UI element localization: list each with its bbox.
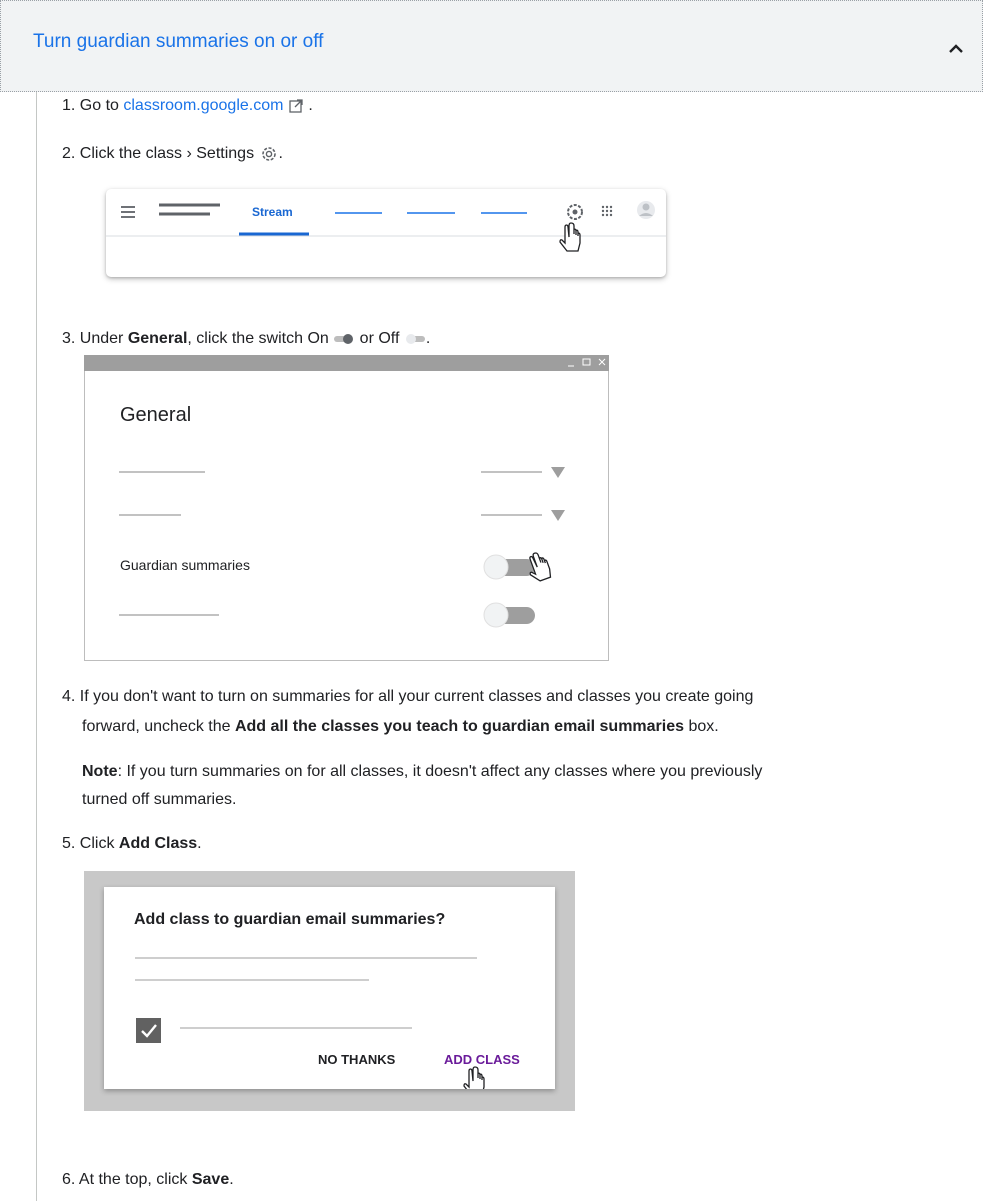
dialog-box: Add class to guardian email summaries? N… <box>104 887 555 1089</box>
general-settings-illustration: General Guardian summaries <box>84 355 609 661</box>
guardian-summaries-switch-icon <box>483 554 535 580</box>
hand-cursor-icon <box>463 1066 485 1089</box>
step-2: 2. Click the class › Settings . <box>62 140 283 167</box>
add-class-button: ADD CLASS <box>444 1052 520 1067</box>
avatar-icon <box>637 201 655 219</box>
step-3-or: or Off <box>355 330 404 347</box>
step-5: 5. Click Add Class. <box>62 830 202 857</box>
step-3: 3. Under General, click the switch On or… <box>62 325 430 352</box>
dialog-title: Add class to guardian email summaries? <box>134 911 446 928</box>
step-1-suffix: . <box>303 97 313 114</box>
window-titlebar <box>84 355 609 371</box>
step-4-suffix: box. <box>684 718 719 735</box>
step-4-bold: Add all the classes you teach to guardia… <box>234 718 685 735</box>
step-3-bold: General <box>127 330 188 347</box>
chevron-up-icon[interactable] <box>945 39 967 57</box>
step-3-mid: , click the switch On <box>187 330 334 347</box>
note-label: Note <box>82 763 118 780</box>
step-5-end: . <box>197 835 202 852</box>
step-4-line-2: forward, uncheck the Add all the classes… <box>82 713 719 740</box>
checkbox-checked-icon <box>136 1018 161 1043</box>
settings-gear-icon <box>261 146 276 161</box>
step-2-text: 2. Click the class <box>62 145 187 162</box>
stream-toolbar-drawing <box>106 201 666 252</box>
external-link-icon[interactable] <box>288 98 304 114</box>
note-line-1: Note: If you turn summaries on for all c… <box>82 758 762 785</box>
switch-off-icon <box>405 333 425 344</box>
step-6: 6. At the top, click Save. <box>62 1166 234 1193</box>
dropdown-arrow-icon <box>551 467 565 478</box>
step-6-text: 6. At the top, click <box>62 1171 192 1188</box>
step-1-text: 1. Go to <box>62 97 124 114</box>
apps-grid-icon <box>601 205 613 217</box>
add-class-dialog-illustration: Add class to guardian email summaries? N… <box>84 871 575 1111</box>
no-thanks-button: NO THANKS <box>318 1052 396 1067</box>
classroom-link[interactable]: classroom.google.com <box>123 97 283 114</box>
step-3-end: . <box>425 330 431 347</box>
toolbar-gear-icon <box>567 204 583 220</box>
step-3-text: 3. Under <box>62 330 128 347</box>
hamburger-menu-icon <box>121 206 135 218</box>
general-heading: General <box>120 404 192 426</box>
step-4-prefix: forward, uncheck the <box>82 718 235 735</box>
section-title[interactable]: Turn guardian summaries on or off <box>33 31 323 53</box>
stream-toolbar-illustration: Stream <box>106 189 666 277</box>
guardian-summaries-label: Guardian summaries <box>120 557 250 573</box>
step-2-settings: Settings <box>191 145 259 162</box>
step-5-text: 5. Click <box>62 835 119 852</box>
step-4-line-1: 4. If you don't want to turn on summarie… <box>62 688 754 705</box>
step-6-bold: Save <box>191 1171 230 1188</box>
toggle-switch-icon <box>483 602 535 628</box>
step-2-end: . <box>278 145 283 162</box>
content-rail <box>36 92 37 1201</box>
stream-tab: Stream <box>252 205 293 219</box>
step-5-bold: Add Class <box>118 835 198 852</box>
hand-cursor-icon <box>559 222 581 252</box>
step-6-end: . <box>229 1171 234 1188</box>
section-header[interactable]: Turn guardian summaries on or off <box>0 0 983 92</box>
general-settings-drawing <box>84 355 609 628</box>
note-line-2: turned off summaries. <box>82 791 237 808</box>
class-name-placeholder <box>159 203 220 216</box>
switch-on-icon <box>334 333 354 344</box>
dropdown-arrow-icon <box>551 510 565 521</box>
step-1: 1. Go to classroom.google.com . <box>62 92 313 119</box>
note-text: : If you turn summaries on for all class… <box>117 763 763 780</box>
